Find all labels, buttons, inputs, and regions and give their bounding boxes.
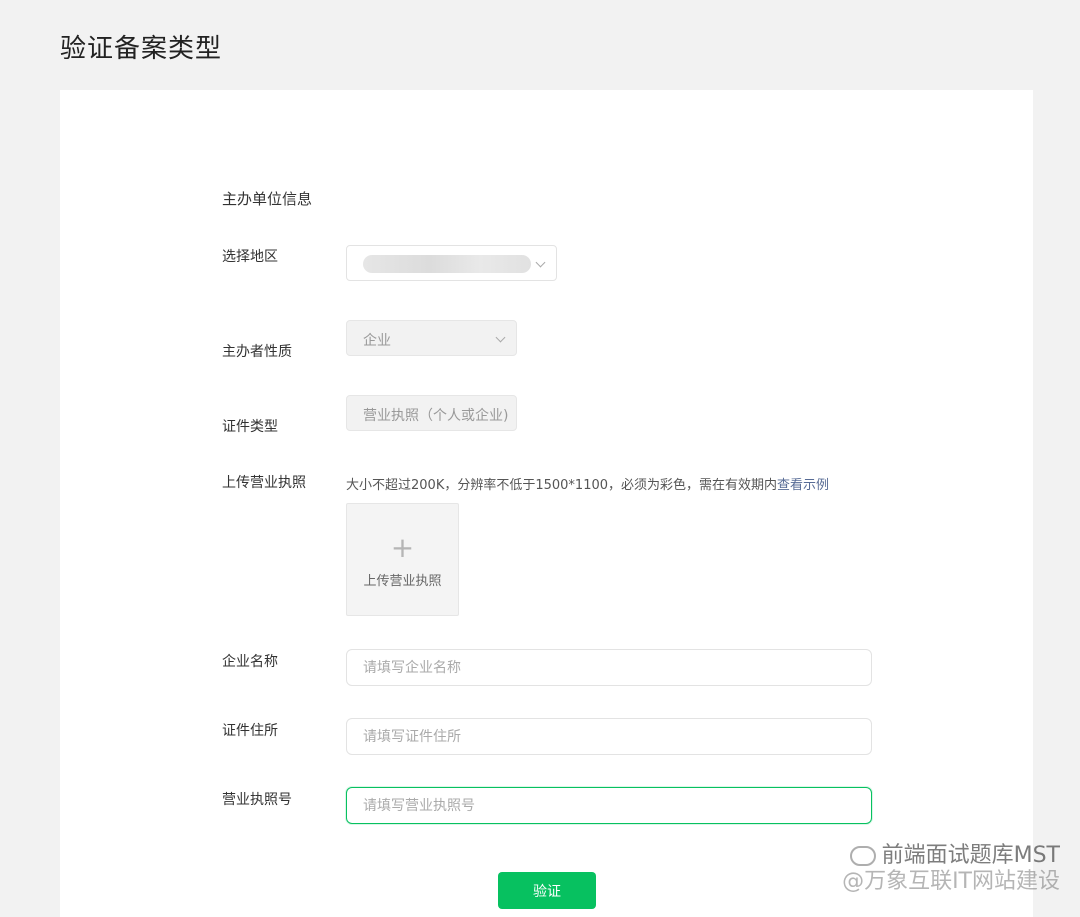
watermark: 前端面试题库MST @万象互联IT网站建设 [842,843,1060,895]
section-title: 主办单位信息 [222,190,313,208]
organizer-type-label: 主办者性质 [222,344,292,360]
upload-hint: 大小不超过200K，分辨率不低于1500*1100，必须为彩色，需在有效期内查看… [346,474,829,493]
view-example-link[interactable]: 查看示例 [777,478,829,493]
watermark-text-1: 前端面试题库MST [881,843,1060,868]
upload-label: 上传营业执照 [222,475,306,491]
region-label: 选择地区 [222,249,278,265]
upload-box-label: 上传营业执照 [363,574,442,589]
plus-icon: + [390,531,415,564]
region-value-blurred [363,255,531,273]
wechat-icon [849,846,876,866]
page-title: 验证备案类型 [60,34,223,64]
certificate-type-label: 证件类型 [222,419,278,435]
region-select[interactable] [346,245,557,281]
upload-hint-text: 大小不超过200K，分辨率不低于1500*1100，必须为彩色，需在有效期内 [346,478,778,493]
certificate-type-field: 营业执照（个人或企业) [346,395,517,431]
license-number-label: 营业执照号 [222,792,292,808]
organizer-type-value: 企业 [363,333,391,349]
upload-license-box[interactable]: + 上传营业执照 [346,503,459,616]
watermark-line-2: @万象互联IT网站建设 [842,869,1060,894]
chevron-down-icon [535,257,546,268]
verify-button[interactable]: 验证 [498,872,596,909]
company-name-input[interactable] [346,649,872,686]
watermark-line-1: 前端面试题库MST [842,843,1060,869]
certificate-type-value: 营业执照（个人或企业) [363,408,509,424]
form-card: 主办单位信息 选择地区 主办者性质 企业 证件类型 营业执照（个人或企业) 上传… [60,90,1033,917]
company-name-label: 企业名称 [222,654,278,670]
organizer-type-select[interactable]: 企业 [346,320,517,356]
address-input[interactable] [346,718,872,755]
address-label: 证件住所 [222,723,278,739]
license-number-input[interactable] [346,787,872,824]
chevron-down-icon [495,332,506,343]
